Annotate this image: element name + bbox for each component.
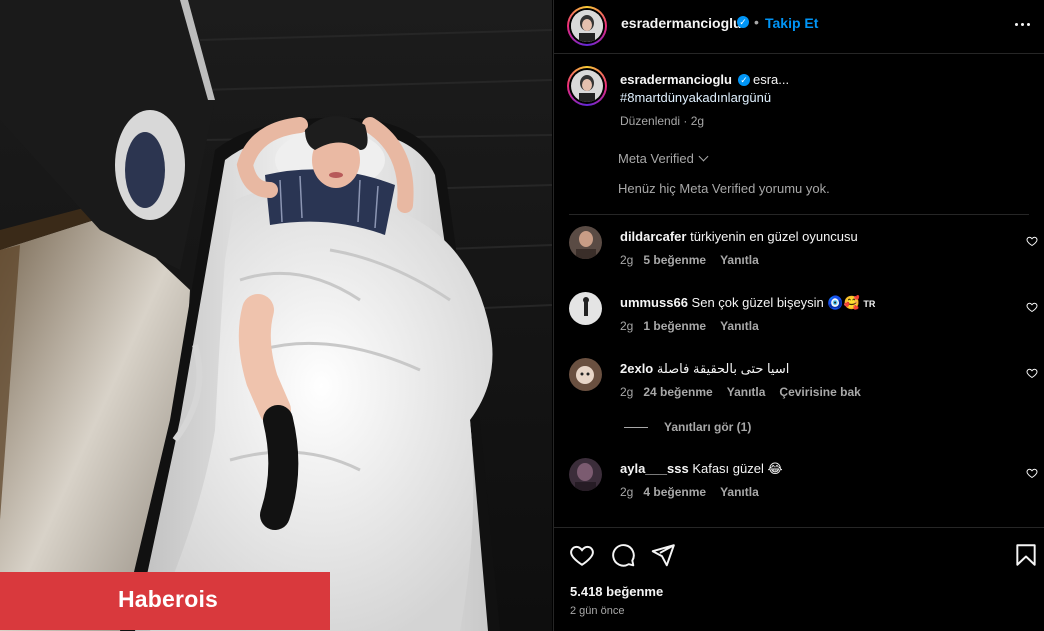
- comment-username[interactable]: ummuss66: [620, 295, 688, 310]
- comment-icon[interactable]: [610, 542, 636, 568]
- reply-button[interactable]: Yanıtla: [720, 319, 759, 333]
- verified-badge-icon: ✓: [737, 16, 749, 28]
- comment-heart-icon[interactable]: [1026, 301, 1038, 313]
- see-translation-button[interactable]: Çevirisine bak: [779, 385, 860, 399]
- author-username[interactable]: esradermancioglu: [621, 15, 742, 31]
- post-sidebar: esradermancioglu ✓ • Takip Et esraderman…: [553, 0, 1044, 631]
- divider: [569, 214, 1029, 215]
- caption-avatar: [571, 70, 603, 102]
- post-time: 2 gün önce: [570, 605, 625, 617]
- comment-text: Sen çok güzel bişeysin 🧿🥰: [691, 295, 860, 310]
- comment-likes[interactable]: 1 beğenme: [643, 319, 706, 333]
- more-icon[interactable]: [1013, 14, 1033, 34]
- caption-hashtag[interactable]: #8martdünyakadınlargünü: [620, 90, 771, 105]
- comment-heart-icon[interactable]: [1026, 367, 1038, 379]
- comment-heart-icon[interactable]: [1026, 467, 1038, 479]
- comment-line: dildarcafer türkiyenin en güzel oyuncusu: [620, 229, 858, 244]
- watermark-banner: Haberois: [0, 572, 330, 630]
- comment-meta: 2g 24 beğenme Yanıtla Çevirisine bak: [620, 385, 875, 399]
- edited-timestamp: Düzenlendi · 2g: [620, 114, 705, 128]
- comment-likes[interactable]: 24 beğenme: [643, 385, 712, 399]
- comment-time: 2g: [620, 319, 634, 333]
- view-replies-button[interactable]: Yanıtları gör (1): [624, 420, 751, 434]
- comment-avatar[interactable]: [569, 292, 602, 325]
- bookmark-icon[interactable]: [1013, 542, 1039, 568]
- comment-line: ummuss66 Sen çok güzel bişeysin 🧿🥰 TR: [620, 295, 875, 311]
- post-actions: 5.418 beğenme 2 gün önce: [554, 527, 1044, 631]
- caption-story-ring[interactable]: [567, 66, 607, 106]
- follow-button[interactable]: Takip Et: [765, 15, 818, 31]
- comment-heart-icon[interactable]: [1026, 235, 1038, 247]
- comment-line: ayla___sss Kafası güzel 😂: [620, 461, 783, 477]
- story-ring[interactable]: [567, 6, 607, 46]
- watermark-label: Haberois: [118, 586, 219, 612]
- meta-verified-empty: Henüz hiç Meta Verified yorumu yok.: [618, 181, 830, 196]
- replies-line: [624, 427, 648, 429]
- meta-verified-label: Meta Verified: [618, 151, 694, 166]
- comment-meta: 2g 5 beğenme Yanıtla: [620, 253, 773, 267]
- comment-username[interactable]: dildarcafer: [620, 229, 686, 244]
- reply-button[interactable]: Yanıtla: [720, 253, 759, 267]
- comment-flag: TR: [863, 299, 876, 309]
- post-photo[interactable]: Haberois: [0, 0, 552, 631]
- comment-line: 2exlo اسيا حتى بالحقيقة فاصلة: [620, 361, 789, 377]
- reply-button[interactable]: Yanıtla: [727, 385, 766, 399]
- like-count[interactable]: 5.418 beğenme: [570, 584, 663, 599]
- comment-text: Kafası güzel 😂: [692, 461, 783, 476]
- comment-username[interactable]: ayla___sss: [620, 461, 689, 476]
- meta-verified-toggle[interactable]: Meta Verified: [618, 151, 709, 166]
- view-replies-label: Yanıtları gör (1): [664, 420, 752, 434]
- comment-meta: 2g 4 beğenme Yanıtla: [620, 485, 773, 499]
- comment-meta: 2g 1 beğenme Yanıtla: [620, 319, 773, 333]
- comment-avatar[interactable]: [569, 358, 602, 391]
- comment-likes[interactable]: 5 beğenme: [643, 253, 706, 267]
- comment-text: türkiyenin en güzel oyuncusu: [690, 229, 858, 244]
- comment-time: 2g: [620, 253, 634, 267]
- caption-verified-icon: ✓: [738, 74, 750, 86]
- post-header: esradermancioglu ✓ • Takip Et: [554, 0, 1044, 54]
- comment-avatar[interactable]: [569, 226, 602, 259]
- comment-text: اسيا حتى بالحقيقة فاصلة: [656, 361, 790, 376]
- heart-icon[interactable]: [569, 542, 595, 568]
- post-image: [0, 0, 552, 631]
- chevron-down-icon: [698, 151, 709, 162]
- reply-button[interactable]: Yanıtla: [720, 485, 759, 499]
- comment-avatar[interactable]: [569, 458, 602, 491]
- caption-text: esra...: [753, 72, 790, 87]
- author-avatar: [571, 10, 603, 42]
- separator-dot: •: [754, 14, 759, 30]
- caption-username[interactable]: esradermancioglu: [620, 72, 732, 87]
- send-icon[interactable]: [650, 542, 676, 568]
- comment-time: 2g: [620, 485, 634, 499]
- comment-time: 2g: [620, 385, 634, 399]
- comment-likes[interactable]: 4 beğenme: [643, 485, 706, 499]
- comment-username[interactable]: 2exlo: [620, 361, 653, 376]
